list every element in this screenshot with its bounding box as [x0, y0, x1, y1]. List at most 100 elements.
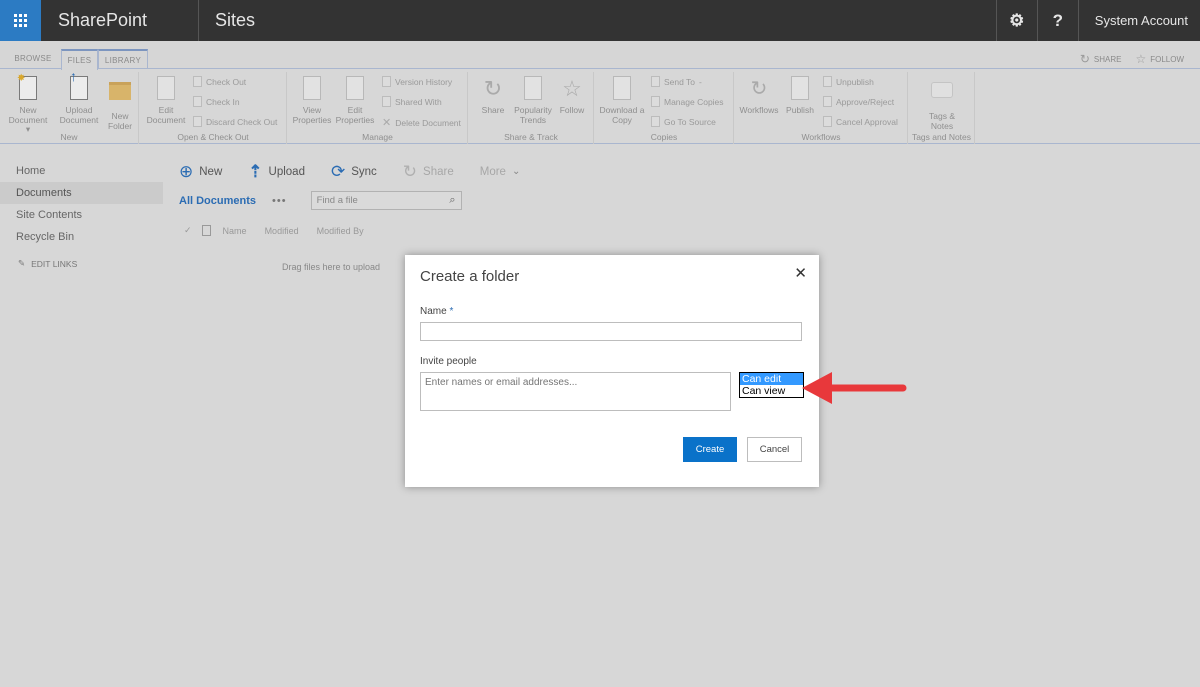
column-header-modified-by[interactable]: Modified By: [317, 226, 364, 236]
tag-icon: [931, 82, 953, 108]
follow-page-button[interactable]: ☆ FOLLOW: [1135, 52, 1184, 66]
ribbon-group-copies: Download a Copy Send To - Manage Copies …: [595, 72, 734, 144]
plus-circle-icon: ⊕: [179, 162, 194, 181]
create-button[interactable]: Create: [683, 437, 737, 462]
command-bar: ⊕ New ⇡ Upload ⟳ Sync ↻ Share More ⌄: [179, 163, 546, 180]
share-page-button[interactable]: ↻ SHARE: [1080, 52, 1122, 66]
upload-icon: ↑: [68, 69, 90, 102]
ribbon-group-new: ✸ New Document ▾ ↑ Upload Document New F…: [0, 69, 142, 144]
ribbon-group-tags-notes: Tags & Notes Tags and Notes: [909, 72, 975, 144]
unpublish-button[interactable]: Unpublish: [823, 76, 874, 87]
nav-item-home[interactable]: Home: [0, 160, 163, 182]
app-name[interactable]: SharePoint: [41, 0, 199, 41]
sync-icon: ⟳: [330, 162, 346, 181]
search-placeholder: Find a file: [316, 195, 358, 206]
cancel-approval-button[interactable]: Cancel Approval: [823, 116, 898, 127]
page-actions: ↻ SHARE ☆ FOLLOW: [1080, 52, 1184, 66]
follow-button[interactable]: ☆ Follow: [550, 76, 594, 116]
help-button[interactable]: ?: [1036, 0, 1078, 41]
account-menu[interactable]: System Account: [1077, 0, 1200, 41]
ribbon-group-workflows: ↻ Workflows Publish Unpublish Approve/Re…: [735, 72, 908, 144]
ribbon-group-open-check-out: Edit Document Check Out Check In Discard…: [140, 72, 287, 144]
edit-links-button[interactable]: ✎ EDIT LINKS: [0, 258, 163, 269]
nav-item-recycle-bin[interactable]: Recycle Bin: [0, 226, 163, 248]
popularity-trends-icon: [522, 76, 544, 102]
delete-document-button[interactable]: ✕ Delete Document: [382, 116, 461, 129]
sites-link[interactable]: Sites: [199, 0, 996, 41]
app-launcher-button[interactable]: [0, 0, 41, 41]
view-options-button[interactable]: •••: [272, 195, 287, 207]
new-folder-button[interactable]: New Folder: [98, 76, 142, 131]
popularity-trends-button[interactable]: Popularity Trends: [511, 76, 555, 125]
column-header-name[interactable]: Name: [223, 226, 247, 236]
shared-with-button[interactable]: Shared With: [382, 96, 442, 107]
share-button[interactable]: ↻ Share: [471, 76, 515, 116]
view-properties-button[interactable]: View Properties: [290, 76, 334, 125]
group-label-new: New: [60, 132, 78, 142]
view-properties-icon: [301, 76, 323, 102]
nav-item-site-contents[interactable]: Site Contents: [0, 204, 163, 226]
tab-files[interactable]: FILES: [61, 49, 98, 70]
check-in-button[interactable]: Check In: [193, 96, 240, 107]
go-to-source-icon: [651, 116, 660, 127]
search-icon: ⌕: [449, 194, 456, 206]
cancel-button[interactable]: Cancel: [747, 437, 802, 462]
edit-document-button[interactable]: Edit Document: [144, 76, 188, 125]
folder-name-input[interactable]: [420, 322, 802, 341]
nav-item-documents[interactable]: Documents: [0, 182, 163, 204]
share-icon: ↻: [402, 162, 418, 181]
new-document-button[interactable]: ✸ New Document ▾: [6, 74, 50, 135]
view-row: All Documents ••• Find a file ⌕: [179, 191, 462, 210]
folder-icon: [109, 82, 131, 108]
upload-command[interactable]: ⇡ Upload: [248, 163, 305, 180]
check-out-button[interactable]: Check Out: [193, 76, 246, 87]
pencil-icon: ✎: [18, 258, 26, 268]
approve-reject-button[interactable]: Approve/Reject: [823, 96, 894, 107]
tab-browse[interactable]: BROWSE: [9, 49, 57, 69]
share-icon: ↻: [1079, 52, 1090, 66]
create-folder-dialog: Create a folder ✕ Name * Invite people C…: [405, 255, 819, 487]
publish-icon: [789, 76, 811, 102]
download-copy-button[interactable]: Download a Copy: [597, 76, 647, 125]
invite-people-input[interactable]: [420, 372, 731, 411]
help-icon: ?: [1052, 10, 1063, 30]
close-icon[interactable]: ✕: [794, 264, 807, 282]
permission-option-can-view[interactable]: Can view: [740, 385, 803, 397]
ribbon: ✸ New Document ▾ ↑ Upload Document New F…: [0, 69, 1200, 144]
name-label: Name *: [420, 306, 454, 317]
new-command[interactable]: ⊕ New: [179, 163, 222, 180]
star-icon: ☆: [1135, 52, 1147, 66]
tab-library[interactable]: LIBRARY: [98, 49, 148, 69]
gear-icon: ⚙: [1009, 10, 1025, 30]
share-icon: ↻: [483, 76, 503, 101]
find-file-search[interactable]: Find a file ⌕: [310, 191, 462, 210]
select-all-checkmark-icon[interactable]: ✓: [184, 225, 192, 236]
group-label-tags-notes: Tags and Notes: [911, 132, 972, 142]
column-header-modified[interactable]: Modified: [265, 226, 299, 236]
publish-button[interactable]: Publish: [778, 76, 822, 116]
share-command[interactable]: ↻ Share: [403, 163, 454, 180]
sync-command[interactable]: ⟳ Sync: [331, 163, 377, 180]
left-navigation: Home Documents Site Contents Recycle Bin…: [0, 160, 163, 269]
edit-properties-icon: [344, 76, 366, 102]
settings-button[interactable]: ⚙: [995, 0, 1037, 41]
star-icon: ☆: [562, 76, 582, 101]
tags-notes-button[interactable]: Tags & Notes: [920, 76, 964, 131]
permission-listbox[interactable]: Can edit Can view: [739, 372, 804, 398]
permission-option-can-edit[interactable]: Can edit: [740, 373, 803, 385]
file-type-icon: [201, 225, 211, 236]
approve-reject-icon: [823, 96, 832, 107]
edit-properties-button[interactable]: Edit Properties: [333, 76, 377, 125]
view-all-documents[interactable]: All Documents: [179, 195, 256, 207]
go-to-source-button[interactable]: Go To Source: [651, 116, 716, 127]
send-to-button[interactable]: Send To -: [651, 76, 702, 87]
more-command[interactable]: More ⌄: [480, 166, 521, 178]
upload-icon: ⇡: [248, 162, 263, 181]
workflows-button[interactable]: ↻ Workflows: [737, 76, 781, 116]
discard-check-out-button[interactable]: Discard Check Out: [193, 116, 277, 127]
group-label-manage: Manage: [362, 132, 393, 142]
upload-document-button[interactable]: ↑ Upload Document: [57, 69, 101, 125]
group-label-open-check-out: Open & Check Out: [177, 132, 249, 142]
manage-copies-button[interactable]: Manage Copies: [651, 96, 724, 107]
version-history-button[interactable]: Version History: [382, 76, 452, 87]
